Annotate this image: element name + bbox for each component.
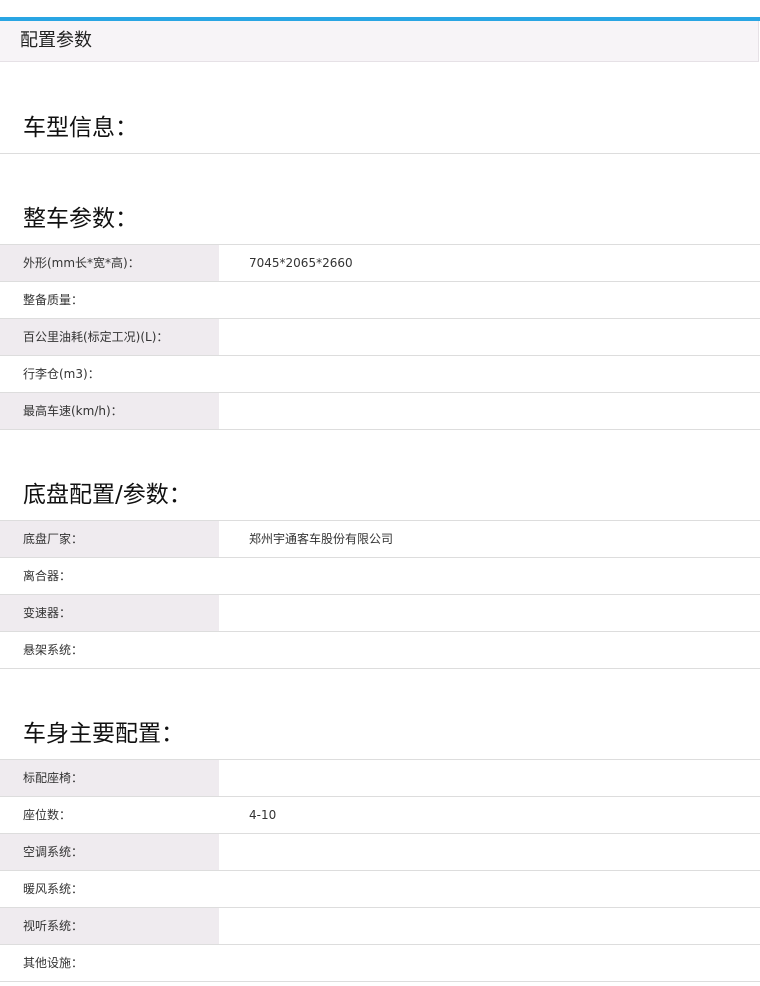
row-value: 郑州宇通客车股份有限公司 bbox=[249, 532, 394, 546]
table-row: 百公里油耗(标定工况)(L)： bbox=[0, 319, 760, 356]
row-label: 其他设施： bbox=[23, 956, 84, 970]
row-label: 变速器： bbox=[0, 595, 219, 631]
row-label: 行李仓(m3)： bbox=[23, 367, 100, 381]
section-title-body-config: 车身主要配置： bbox=[23, 721, 184, 747]
table-row: 标配座椅： bbox=[0, 760, 760, 797]
table-row: 离合器： bbox=[0, 558, 760, 595]
row-label: 悬架系统： bbox=[23, 643, 84, 657]
row-label: 外形(mm长*宽*高)： bbox=[0, 245, 219, 281]
table-row: 整备质量： bbox=[0, 282, 760, 319]
table-row: 外形(mm长*宽*高)： 7045*2065*2660 bbox=[0, 245, 760, 282]
section-title-vehicle-params: 整车参数： bbox=[23, 206, 138, 232]
row-label: 整备质量： bbox=[23, 293, 84, 307]
row-label: 百公里油耗(标定工况)(L)： bbox=[0, 319, 219, 355]
table-row: 其他设施： bbox=[0, 945, 760, 982]
row-label: 空调系统： bbox=[0, 834, 219, 870]
table-row: 视听系统： bbox=[0, 908, 760, 945]
section-title-vehicle-info: 车型信息： bbox=[23, 115, 138, 141]
body-config-table: 标配座椅： 座位数： 4-10 空调系统： 暖风系统： 视听系统： 其他设施： bbox=[0, 759, 760, 982]
chassis-table: 底盘厂家： 郑州宇通客车股份有限公司 离合器： 变速器： 悬架系统： bbox=[0, 520, 760, 669]
table-row: 底盘厂家： 郑州宇通客车股份有限公司 bbox=[0, 521, 760, 558]
section-title-chassis: 底盘配置/参数： bbox=[23, 482, 192, 508]
row-label: 离合器： bbox=[23, 569, 72, 583]
table-row: 行李仓(m3)： bbox=[0, 356, 760, 393]
row-label: 底盘厂家： bbox=[0, 521, 219, 557]
table-row: 最高车速(km/h)： bbox=[0, 393, 760, 430]
row-label: 座位数： bbox=[23, 808, 72, 822]
table-row: 悬架系统： bbox=[0, 632, 760, 669]
section-divider bbox=[0, 153, 760, 154]
row-label: 标配座椅： bbox=[0, 760, 219, 796]
row-label: 视听系统： bbox=[0, 908, 219, 944]
vehicle-params-table: 外形(mm长*宽*高)： 7045*2065*2660 整备质量： 百公里油耗(… bbox=[0, 244, 760, 430]
row-value: 4-10 bbox=[249, 808, 277, 822]
row-value: 7045*2065*2660 bbox=[249, 256, 353, 270]
panel-title: 配置参数 bbox=[20, 30, 92, 51]
row-label: 暖风系统： bbox=[23, 882, 84, 896]
panel-header: 配置参数 bbox=[0, 21, 759, 62]
row-label: 最高车速(km/h)： bbox=[0, 393, 219, 429]
table-row: 暖风系统： bbox=[0, 871, 760, 908]
table-row: 变速器： bbox=[0, 595, 760, 632]
table-row: 座位数： 4-10 bbox=[0, 797, 760, 834]
table-row: 空调系统： bbox=[0, 834, 760, 871]
